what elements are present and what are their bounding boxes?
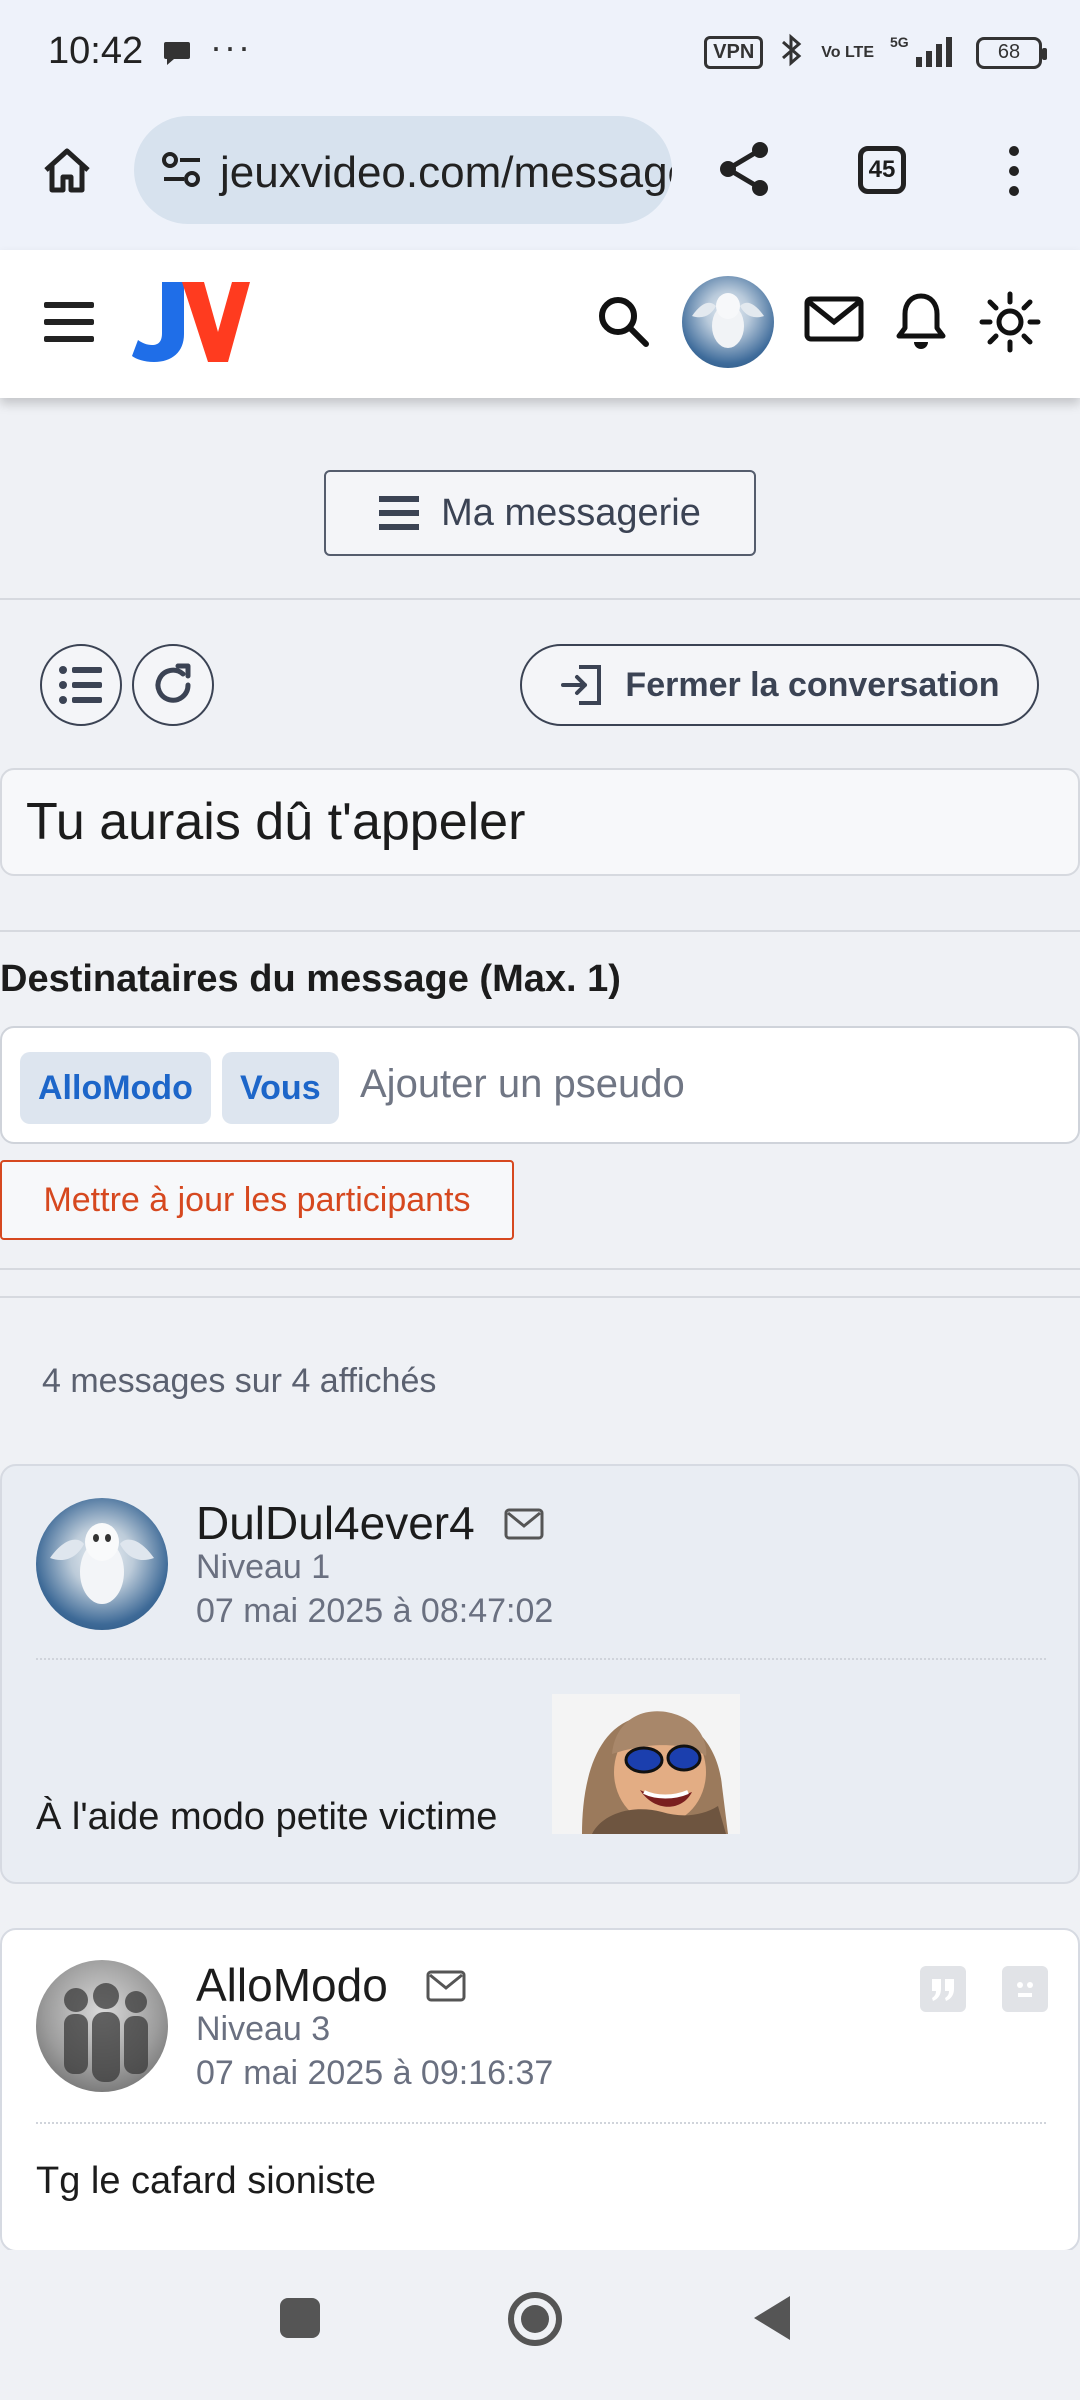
divider bbox=[0, 930, 1080, 932]
post-separator bbox=[36, 2122, 1046, 2124]
messages-count: 4 messages sur 4 affichés bbox=[42, 1362, 437, 1400]
close-conversation-label: Fermer la conversation bbox=[625, 665, 1000, 704]
recents-button[interactable] bbox=[278, 2296, 322, 2345]
divider bbox=[0, 1268, 1080, 1270]
author-avatar[interactable] bbox=[36, 1498, 168, 1630]
site-header bbox=[0, 250, 1080, 398]
sticker-image bbox=[552, 1694, 740, 1834]
more-notifications-icon: ··· bbox=[210, 26, 252, 67]
message-post: DulDul4ever4 Niveau 1 07 mai 2025 à 08:4… bbox=[0, 1464, 1080, 1884]
user-avatar[interactable] bbox=[682, 276, 774, 368]
system-navigation-bar bbox=[0, 2250, 1080, 2400]
post-text: Tg le cafard sioniste bbox=[36, 2160, 377, 2202]
post-text: À l'aide modo petite victime bbox=[36, 1796, 498, 1838]
share-icon[interactable] bbox=[716, 140, 774, 203]
theme-sun-icon[interactable] bbox=[978, 290, 1042, 359]
post-date[interactable]: 07 mai 2025 à 08:47:02 bbox=[196, 1592, 553, 1631]
battery-icon: 68 bbox=[976, 36, 1047, 69]
status-bar: 10:42 ··· VPN Vo LTE 5G 68 bbox=[0, 0, 1080, 110]
report-sad-icon[interactable] bbox=[1002, 1966, 1048, 2012]
mail-icon[interactable] bbox=[804, 296, 864, 347]
volte-icon: Vo LTE bbox=[821, 43, 874, 61]
vpn-icon: VPN bbox=[704, 36, 764, 69]
mail-icon[interactable] bbox=[426, 1970, 466, 2007]
recipients-field[interactable]: AlloModo Vous Ajouter un pseudo bbox=[0, 1026, 1080, 1144]
chat-notification-icon bbox=[162, 40, 192, 73]
tab-switcher-button[interactable]: 45 bbox=[858, 146, 906, 194]
url-text: jeuxvideo.com/messages-privés bbox=[220, 148, 672, 197]
author-avatar[interactable] bbox=[36, 1960, 168, 2092]
author-level: Niveau 3 bbox=[196, 2010, 331, 2048]
divider bbox=[0, 598, 1080, 600]
author-level: Niveau 1 bbox=[196, 1548, 331, 1586]
recipient-chip[interactable]: Vous bbox=[222, 1052, 339, 1124]
svg-text:5G: 5G bbox=[890, 34, 909, 50]
conversation-subject: Tu aurais dû t'appeler bbox=[0, 768, 1080, 876]
home-icon[interactable] bbox=[40, 144, 94, 203]
exit-door-icon bbox=[561, 665, 602, 705]
post-separator bbox=[36, 1658, 1046, 1660]
list-icon bbox=[59, 666, 102, 704]
status-time: 10:42 bbox=[48, 30, 144, 72]
site-settings-icon[interactable] bbox=[160, 148, 204, 197]
refresh-button[interactable] bbox=[132, 644, 214, 726]
browser-menu-icon[interactable] bbox=[1004, 144, 1024, 203]
recipients-label: Destinataires du message (Max. 1) bbox=[0, 958, 621, 1000]
divider bbox=[0, 1296, 1080, 1298]
bell-icon[interactable] bbox=[894, 290, 948, 355]
my-messages-label: Ma messagerie bbox=[441, 491, 701, 534]
quote-icon[interactable] bbox=[920, 1966, 966, 2012]
browser-toolbar: jeuxvideo.com/messages-privés 45 bbox=[0, 110, 1080, 250]
back-button[interactable] bbox=[750, 2294, 794, 2347]
jv-logo[interactable] bbox=[132, 278, 250, 371]
message-list-button[interactable] bbox=[40, 644, 122, 726]
bluetooth-icon bbox=[779, 32, 805, 73]
home-button[interactable] bbox=[506, 2290, 564, 2353]
author-name[interactable]: AlloModo bbox=[196, 1958, 388, 2012]
my-messages-button[interactable]: Ma messagerie bbox=[324, 470, 756, 556]
menu-icon[interactable] bbox=[44, 302, 94, 342]
message-post: AlloModo Niveau 3 07 mai 2025 à 09:16:37… bbox=[0, 1928, 1080, 2252]
signal-icon: 5G bbox=[890, 33, 960, 72]
author-name[interactable]: DulDul4ever4 bbox=[196, 1496, 475, 1550]
mail-icon[interactable] bbox=[504, 1508, 544, 1545]
update-participants-button[interactable]: Mettre à jour les participants bbox=[0, 1160, 514, 1240]
recipient-chip[interactable]: AlloModo bbox=[20, 1052, 211, 1124]
refresh-icon bbox=[155, 663, 191, 703]
close-conversation-button[interactable]: Fermer la conversation bbox=[520, 644, 1039, 726]
add-pseudo-input[interactable]: Ajouter un pseudo bbox=[360, 1062, 685, 1107]
list-menu-icon bbox=[379, 496, 420, 530]
address-bar[interactable]: jeuxvideo.com/messages-privés bbox=[134, 116, 672, 224]
search-icon[interactable] bbox=[596, 294, 650, 353]
post-date[interactable]: 07 mai 2025 à 09:16:37 bbox=[196, 2054, 553, 2093]
